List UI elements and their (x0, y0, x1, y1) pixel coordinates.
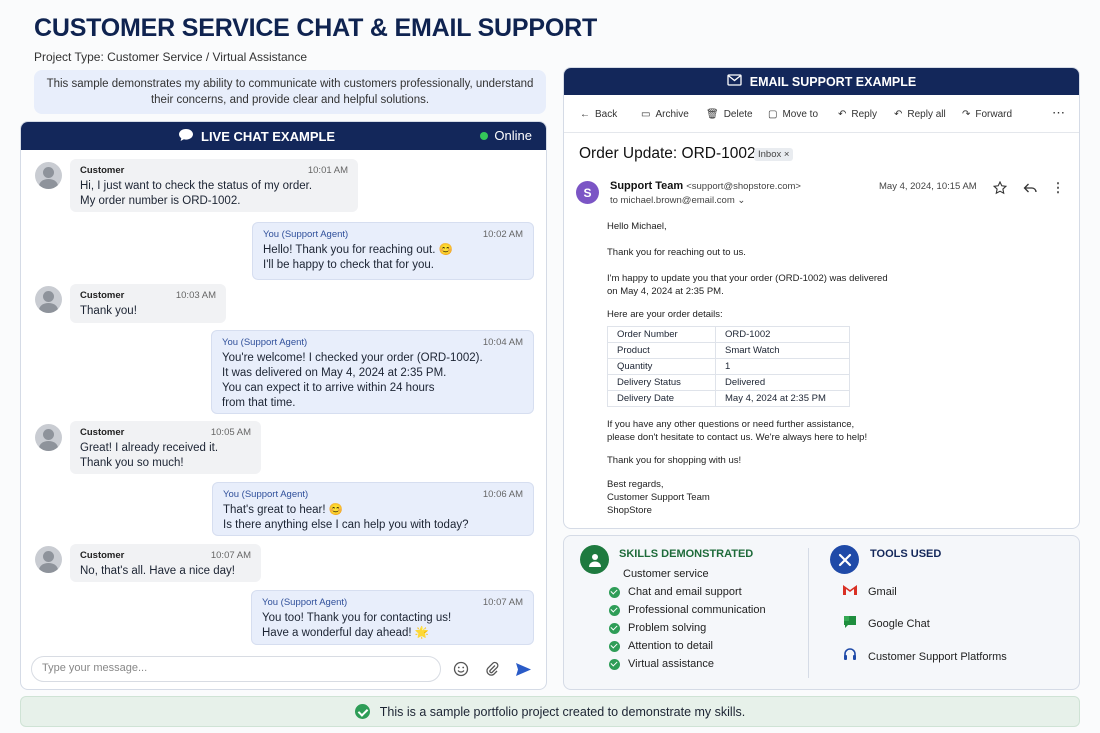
skills-title: SKILLS DEMONSTRATED (619, 548, 754, 560)
check-icon (609, 604, 620, 616)
chat-message-agent: You (Support Agent) 10:07 AM You too! Tha… (251, 590, 534, 645)
skill-item: Chat and email support (609, 586, 742, 598)
table-row: Delivery Status Delivered (607, 374, 850, 391)
chat-bubble-icon (178, 128, 194, 145)
check-icon (609, 622, 620, 634)
reply-all-icon: ↶ (894, 109, 903, 120)
sender-avatar: S (576, 181, 599, 204)
check-circle-icon (354, 704, 370, 719)
forward-icon: ↷ (962, 109, 971, 120)
email-paragraph: Thank you for reaching out to us. (607, 247, 746, 258)
skill-item: Virtual assistance (609, 658, 714, 670)
forward-button[interactable]: ↷ Forward (962, 109, 1012, 120)
chat-message-input[interactable]: Type your message... (31, 656, 441, 682)
envelope-icon (727, 74, 742, 89)
online-dot-icon (480, 131, 489, 140)
email-greeting: Hello Michael, (607, 221, 667, 232)
chat-message-customer: Customer 10:05 AM Great! I already receiv… (70, 421, 261, 474)
skill-item: Attention to detail (609, 640, 713, 652)
skill-item: Problem solving (609, 622, 706, 634)
order-details-table: Order Number ORD-1002 Product Smart Watch … (607, 326, 850, 407)
customer-avatar (35, 286, 62, 313)
headset-icon (842, 647, 858, 666)
folder-icon: ▢ (768, 109, 778, 120)
email-paragraph: Here are your order details: (607, 309, 723, 320)
table-row: Delivery Date May 4, 2024 at 2:35 PM (607, 390, 850, 407)
skill-item: Professional communication (609, 604, 766, 616)
sender-email: <support@shopstore.com> (686, 181, 801, 192)
email-subject: Order Update: ORD-1002 (579, 145, 756, 162)
attach-icon[interactable] (483, 660, 501, 678)
skill-item: Customer service (623, 568, 709, 580)
gmail-icon (842, 584, 858, 599)
trash-icon: 🗑 (706, 109, 719, 120)
chat-message-customer: Customer 10:01 AM Hi, I just want to chec… (70, 159, 358, 212)
intro-text: This sample demonstrates my ability to c… (34, 70, 546, 114)
archive-icon: ▭ (641, 109, 651, 120)
inbox-label[interactable]: Inbox × (754, 148, 794, 161)
divider (808, 548, 809, 678)
tools-icon (830, 545, 859, 574)
email-toolbar: ← Back ▭ Archive 🗑 Delete ▢ Move to ↶ Reply ↶… (564, 95, 1079, 133)
check-icon (609, 640, 620, 652)
check-icon (609, 658, 620, 670)
tool-item-google-chat: Google Chat (842, 614, 930, 633)
email-header: EMAIL SUPPORT EXAMPLE (564, 68, 1079, 95)
email-signature: Best regards, Customer Support Team Shop… (607, 479, 710, 516)
back-button[interactable]: ← Back (580, 109, 617, 120)
chat-message-agent: You (Support Agent) 10:02 AM Hello! Thank… (252, 222, 534, 280)
more-options-icon[interactable]: ⋯ (1052, 105, 1065, 121)
customer-avatar (35, 424, 62, 451)
google-chat-icon (842, 614, 858, 633)
chevron-down-icon: ⌄ (737, 195, 746, 206)
more-vertical-icon[interactable]: ⋮ (1049, 179, 1067, 197)
sender-name: Support Team <support@shopstore.com> (610, 180, 801, 192)
delete-button[interactable]: 🗑 Delete (706, 109, 753, 120)
customer-avatar (35, 546, 62, 573)
table-row: Quantity 1 (607, 358, 850, 375)
skills-tools-panel: SKILLS DEMONSTRATED Customer service Cha… (563, 535, 1080, 690)
reply-icon[interactable] (1021, 179, 1039, 197)
reply-button[interactable]: ↶ Reply (838, 109, 877, 120)
reply-icon: ↶ (838, 109, 847, 120)
email-paragraph: I'm happy to update you that your order … (607, 273, 888, 297)
chat-message-agent: You (Support Agent) 10:06 AM That's great… (212, 482, 534, 536)
check-icon (609, 586, 620, 598)
emoji-icon[interactable] (452, 660, 470, 678)
send-icon[interactable] (514, 660, 532, 678)
footer-note: This is a sample portfolio project creat… (20, 696, 1080, 727)
email-panel: EMAIL SUPPORT EXAMPLE ← Back ▭ Archive 🗑 De… (563, 67, 1080, 529)
close-icon: × (783, 149, 790, 160)
page-title: CUSTOMER SERVICE CHAT & EMAIL SUPPORT (34, 14, 598, 42)
customer-avatar (35, 162, 62, 189)
tool-item-gmail: Gmail (842, 584, 897, 599)
archive-button[interactable]: ▭ Archive (641, 109, 689, 120)
page-subtitle: Project Type: Customer Service / Virtual… (34, 50, 308, 64)
table-row: Order Number ORD-1002 (607, 326, 850, 343)
tool-item-support-platforms: Customer Support Platforms (842, 647, 1007, 666)
reply-all-button[interactable]: ↶ Reply all (894, 109, 946, 120)
chat-header: LIVE CHAT EXAMPLE Online (21, 122, 546, 150)
email-paragraph: Thank you for shopping with us! (607, 455, 742, 466)
tools-title: TOOLS USED (870, 548, 942, 560)
recipient[interactable]: to michael.brown@email.com ⌄ (610, 195, 745, 206)
star-icon[interactable] (991, 179, 1009, 197)
email-date: May 4, 2024, 10:15 AM (879, 181, 977, 192)
move-to-button[interactable]: ▢ Move to (768, 109, 818, 120)
email-paragraph: If you have any other questions or need … (607, 419, 868, 443)
chat-message-customer: Customer 10:07 AM No, that's all. Have a … (70, 544, 261, 582)
chat-title: LIVE CHAT EXAMPLE (201, 129, 336, 144)
user-check-icon (580, 545, 609, 574)
table-row: Product Smart Watch (607, 342, 850, 359)
chat-message-customer: Customer 10:03 AM Thank you! (70, 284, 226, 323)
arrow-left-icon: ← (580, 109, 590, 120)
online-status: Online (480, 128, 532, 143)
live-chat-panel: LIVE CHAT EXAMPLE Online Customer 10:01 A… (20, 121, 547, 690)
chat-message-agent: You (Support Agent) 10:04 AM You're welco… (211, 330, 534, 414)
